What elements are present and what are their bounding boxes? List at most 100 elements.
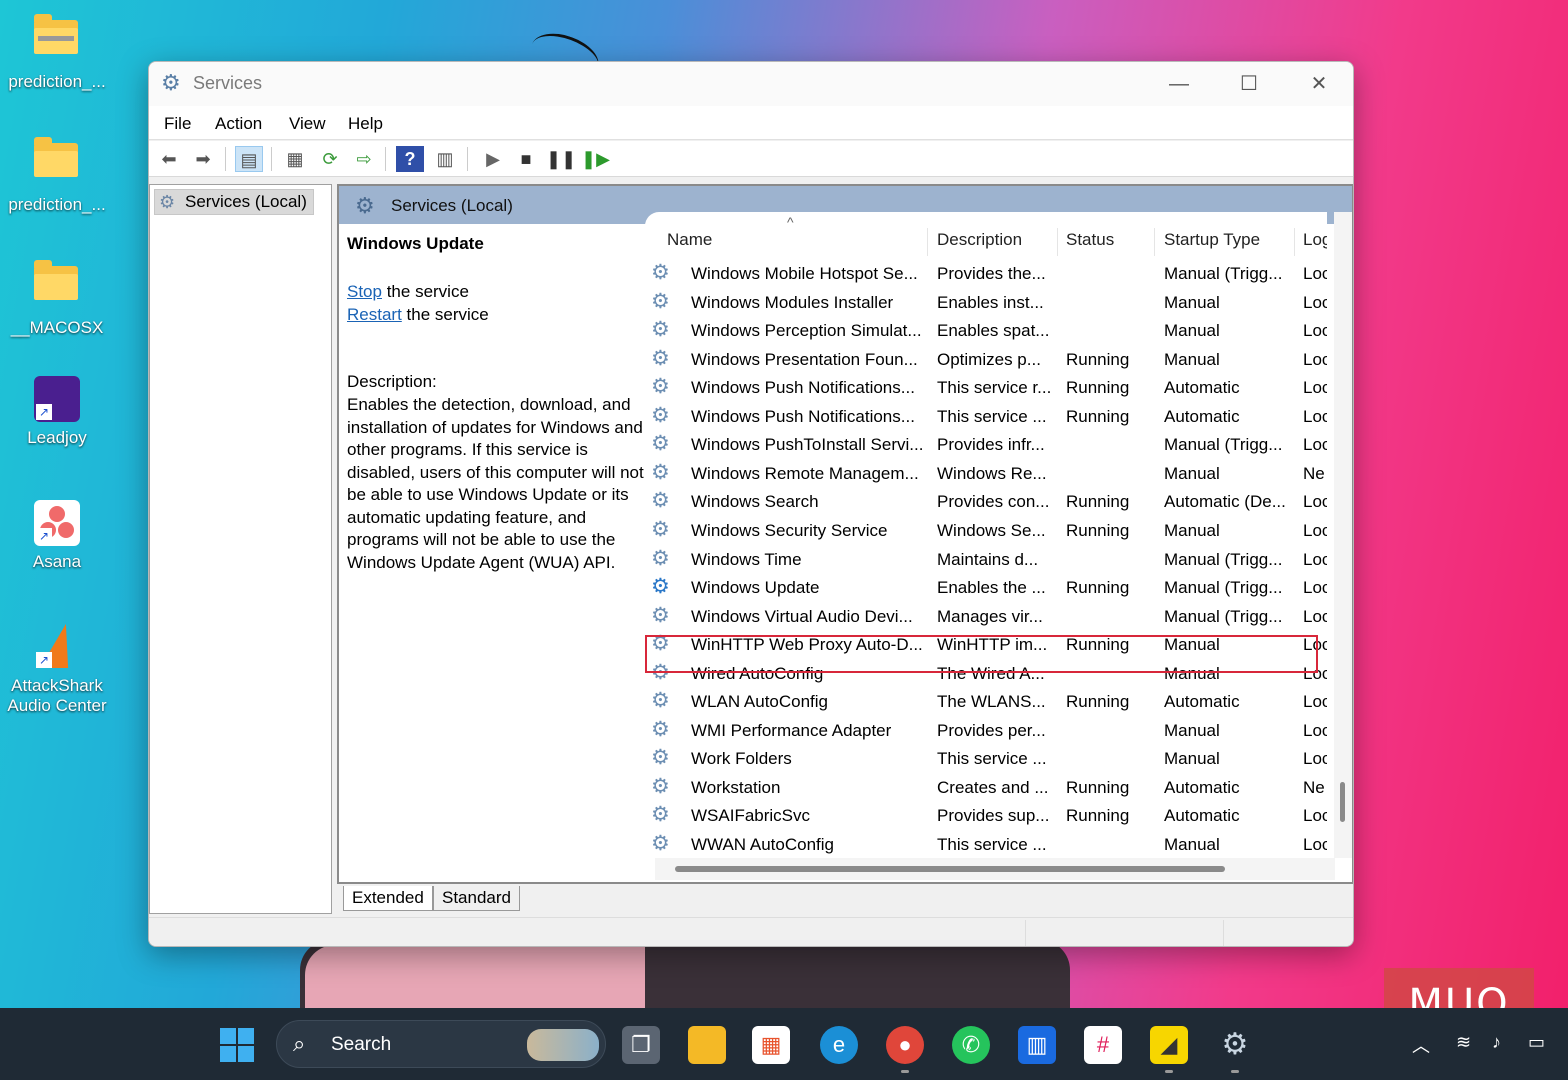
- desktop-icon-macosx[interactable]: __MACOSX: [2, 258, 112, 338]
- tree-item-services-local[interactable]: ⚙ Services (Local): [154, 189, 314, 215]
- microsoft-store-icon[interactable]: ▦: [752, 1026, 790, 1064]
- table-row[interactable]: ⚙ Windows Presentation Foun... Optimizes p…: [645, 346, 1327, 374]
- pause-service-icon[interactable]: ❚❚: [546, 146, 576, 172]
- battery-icon[interactable]: ▭: [1528, 1032, 1545, 1053]
- trello-icon[interactable]: ▥: [1018, 1026, 1056, 1064]
- services-gear-icon: ⚙: [159, 192, 176, 212]
- show-hide-console-tree-icon[interactable]: ▤: [235, 146, 263, 172]
- slack-icon[interactable]: #: [1084, 1026, 1122, 1064]
- menu-help[interactable]: Help: [348, 114, 383, 134]
- properties-icon[interactable]: ▦: [281, 146, 309, 172]
- service-startup-cell: Automatic: [1164, 692, 1240, 712]
- menu-view[interactable]: View: [289, 114, 326, 134]
- file-explorer-icon[interactable]: [688, 1026, 726, 1064]
- table-row[interactable]: ⚙ WSAIFabricSvc Provides sup... Running Auto…: [645, 802, 1327, 830]
- service-gear-icon: ⚙: [651, 803, 670, 827]
- table-row[interactable]: ⚙ WinHTTP Web Proxy Auto-D... WinHTTP im..…: [645, 631, 1327, 659]
- extended-detail-panel: Windows Update Stop the service Restart …: [339, 224, 647, 880]
- export-list-icon[interactable]: ⇨: [350, 146, 378, 172]
- desktop-icon-prediction-folder[interactable]: prediction_...: [2, 135, 112, 215]
- service-description-cell: Maintains d...: [937, 549, 1039, 569]
- show-action-pane-icon[interactable]: ▥: [431, 146, 459, 172]
- table-row[interactable]: ⚙ WMI Performance Adapter Provides per... M…: [645, 717, 1327, 745]
- desktop-icon-label: __MACOSX: [10, 318, 104, 337]
- column-header-description[interactable]: Description: [937, 230, 1022, 250]
- service-description-cell: Provides sup...: [937, 806, 1050, 826]
- stop-service-link[interactable]: Stop: [347, 282, 382, 301]
- stop-service-icon[interactable]: ■: [512, 146, 540, 172]
- whatsapp-icon[interactable]: ✆: [952, 1026, 990, 1064]
- sticky-notes-icon[interactable]: ◢: [1150, 1026, 1188, 1064]
- table-row[interactable]: ⚙ Windows PushToInstall Servi... Provides …: [645, 431, 1327, 459]
- table-row[interactable]: ⚙ Windows Update Enables the ... Running Man…: [645, 574, 1327, 602]
- table-row[interactable]: ⚙ Windows Mobile Hotspot Se... Provides th…: [645, 260, 1327, 288]
- horizontal-scrollbar[interactable]: [655, 858, 1335, 880]
- table-row[interactable]: ⚙ Windows Search Provides con... Running Aut…: [645, 488, 1327, 516]
- service-logon-cell: Loc: [1303, 663, 1327, 683]
- volume-icon[interactable]: ♪: [1492, 1032, 1501, 1053]
- minimize-button[interactable]: —: [1149, 66, 1209, 102]
- service-description-cell: This service ...: [937, 835, 1047, 854]
- back-arrow-icon[interactable]: ⬅: [155, 146, 183, 172]
- close-button[interactable]: ✕: [1289, 66, 1349, 102]
- table-row[interactable]: ⚙ Work Folders This service ... Manual Loc: [645, 745, 1327, 773]
- table-row[interactable]: ⚙ WWAN AutoConfig This service ... Manual Lo…: [645, 831, 1327, 858]
- desktop-icon-asana[interactable]: ↗ Asana: [2, 500, 112, 572]
- chevron-up-icon[interactable]: ︿: [1412, 1032, 1430, 1058]
- table-row[interactable]: ⚙ Windows Remote Managem... Windows Re... M…: [645, 460, 1327, 488]
- edge-icon[interactable]: e: [820, 1026, 858, 1064]
- service-description-cell: Provides con...: [937, 492, 1050, 512]
- menu-file[interactable]: File: [164, 114, 191, 134]
- service-logon-cell: Loc: [1303, 292, 1327, 312]
- task-view-icon[interactable]: ❐: [622, 1026, 660, 1064]
- table-row[interactable]: ⚙ Wired AutoConfig The Wired A... Manual Loc: [645, 660, 1327, 688]
- forward-arrow-icon[interactable]: ➡: [189, 146, 217, 172]
- service-logon-cell: Loc: [1303, 720, 1327, 740]
- wifi-icon[interactable]: ≋: [1456, 1032, 1471, 1053]
- table-row[interactable]: ⚙ Windows Time Maintains d... Manual (Trigg…: [645, 546, 1327, 574]
- column-header-log-on-as[interactable]: Log: [1303, 230, 1327, 250]
- table-row[interactable]: ⚙ Windows Modules Installer Enables inst..…: [645, 289, 1327, 317]
- help-icon[interactable]: ?: [396, 146, 424, 172]
- desktop-icon-label: AttackShark Audio Center: [7, 676, 107, 715]
- refresh-icon[interactable]: ⟳: [316, 146, 344, 172]
- tab-extended[interactable]: Extended: [343, 886, 433, 911]
- tab-standard[interactable]: Standard: [433, 886, 520, 911]
- column-header-startup-type[interactable]: Startup Type: [1164, 230, 1260, 250]
- service-logon-cell: Loc: [1303, 749, 1327, 769]
- column-header-status[interactable]: Status: [1066, 230, 1114, 250]
- desktop-icon-leadjoy[interactable]: ↗ Leadjoy: [2, 376, 112, 448]
- service-logon-cell: Loc: [1303, 492, 1327, 512]
- start-service-icon[interactable]: ▶: [479, 146, 507, 172]
- desktop-icon-attackshark[interactable]: ↗ AttackShark Audio Center: [2, 624, 112, 716]
- title-bar[interactable]: ⚙ Services — ☐ ✕: [149, 62, 1353, 106]
- table-row[interactable]: ⚙ Workstation Creates and ... Running Automa…: [645, 774, 1327, 802]
- menu-action[interactable]: Action: [215, 114, 262, 134]
- restart-service-icon[interactable]: ❚▶: [581, 146, 610, 172]
- service-gear-icon: ⚙: [651, 689, 670, 713]
- start-icon[interactable]: [218, 1026, 256, 1064]
- table-row[interactable]: ⚙ Windows Push Notifications... This servi…: [645, 403, 1327, 431]
- restart-service-link[interactable]: Restart: [347, 305, 402, 324]
- desktop-icon-prediction-zip[interactable]: prediction_...: [2, 12, 112, 92]
- selected-service-name: Windows Update: [347, 234, 484, 253]
- maximize-button[interactable]: ☐: [1219, 66, 1279, 102]
- vertical-scrollbar-thumb[interactable]: [1340, 782, 1345, 822]
- window-title: Services: [193, 73, 263, 93]
- services-gear-icon[interactable]: ⚙: [1216, 1026, 1254, 1064]
- table-row[interactable]: ⚙ Windows Push Notifications... This servi…: [645, 374, 1327, 402]
- table-row[interactable]: ⚙ WLAN AutoConfig The WLANS... Running Autom…: [645, 688, 1327, 716]
- table-row[interactable]: ⚙ Windows Perception Simulat... Enables sp…: [645, 317, 1327, 345]
- service-gear-icon: ⚙: [651, 632, 670, 656]
- horizontal-scrollbar-thumb[interactable]: [675, 866, 1225, 872]
- service-logon-cell: Loc: [1303, 549, 1327, 569]
- chrome-icon[interactable]: ●: [886, 1026, 924, 1064]
- table-row[interactable]: ⚙ Windows Security Service Windows Se... Ru…: [645, 517, 1327, 545]
- service-gear-icon: ⚙: [651, 318, 670, 342]
- content-header-label: Services (Local): [391, 196, 513, 215]
- table-row[interactable]: ⚙ Windows Virtual Audio Devi... Manages vi…: [645, 603, 1327, 631]
- column-header-name[interactable]: Name: [667, 230, 712, 250]
- service-name-cell: Windows Push Notifications...: [691, 378, 915, 398]
- taskbar-search[interactable]: ⌕ Search: [276, 1020, 606, 1068]
- vertical-scrollbar[interactable]: [1334, 212, 1352, 858]
